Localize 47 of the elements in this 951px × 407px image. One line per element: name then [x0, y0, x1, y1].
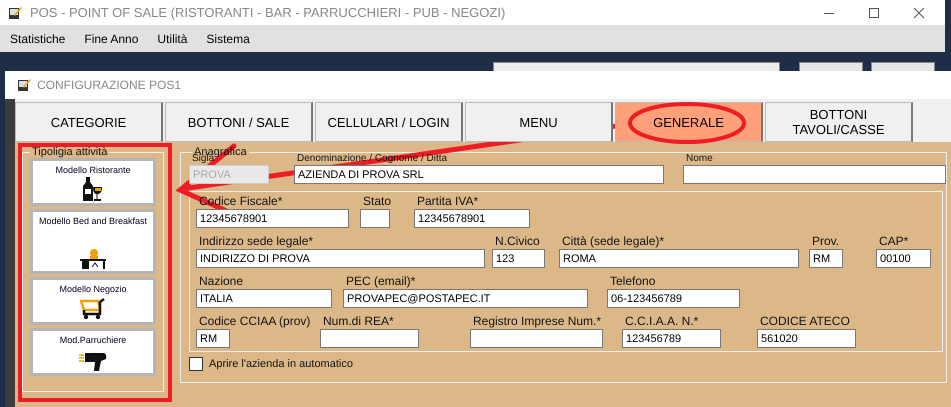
menu-item[interactable]: Statistiche — [10, 32, 66, 46]
field-label: Partita IVA* — [416, 194, 480, 209]
checkbox-label: Aprire l'azienda in automatico — [209, 358, 353, 370]
text-field[interactable]: INDIRIZZO DI PROVA — [196, 249, 485, 268]
text-field[interactable]: ITALIA — [196, 289, 332, 308]
field-label: CODICE ATECO — [759, 314, 851, 329]
field-label: Prov. — [811, 234, 840, 249]
activity-button[interactable]: Mod.Parruchiere — [30, 328, 156, 376]
text-field[interactable]: 561020 — [757, 329, 856, 348]
field-label: Nazione — [198, 274, 244, 289]
field-label: Indirizzo sede legale* — [198, 234, 314, 249]
tab[interactable]: BOTTONI TAVOLI/CASSE — [765, 102, 913, 142]
menu-item[interactable]: Sistema — [206, 32, 250, 46]
field-label: Nome — [685, 153, 714, 165]
dialog-title: CONFIGURAZIONE POS1 — [37, 78, 182, 92]
menu-item[interactable]: Fine Anno — [84, 32, 138, 46]
field-label: Num.di REA* — [322, 314, 395, 329]
field-label: C.C.I.A.A. N.* — [624, 314, 700, 329]
text-field[interactable]: 12345678901 — [196, 209, 349, 228]
tab[interactable]: BOTTONI / SALE — [165, 102, 313, 142]
activity-button[interactable]: Modello Ristorante — [30, 158, 156, 206]
text-field[interactable]: 00100 — [876, 249, 931, 268]
text-field[interactable]: 06-123456789 — [607, 289, 740, 308]
menu-item[interactable]: Utilità — [157, 32, 188, 46]
text-field[interactable]: RM — [196, 329, 230, 348]
text-field[interactable]: ROMA — [559, 249, 799, 268]
field-label: Codice CCIAA (prov) — [198, 314, 312, 329]
activity-button[interactable]: Modello Bed and Breakfast — [30, 209, 156, 274]
text-field[interactable]: 123 — [492, 249, 545, 268]
field-label: Registro Imprese Num.* — [472, 314, 602, 329]
text-field[interactable]: PROVAPEC@POSTAPEC.IT — [343, 289, 588, 308]
tab[interactable]: CATEGORIE — [15, 102, 163, 142]
field-label: CAP* — [878, 234, 910, 249]
field-label: Stato — [362, 194, 392, 209]
text-field[interactable]: 12345678901 — [414, 209, 530, 228]
tab[interactable]: MENU — [465, 102, 613, 142]
group-title: Tipoligia attività — [31, 146, 108, 158]
field-label: Città (sede legale)* — [561, 234, 666, 249]
text-field[interactable]: AZIENDA DI PROVA SRL — [294, 165, 664, 184]
window-title: POS - POINT OF SALE (RISTORANTI - BAR - PARRUCCHIERI - PUB - NEGOZI) — [30, 5, 506, 20]
field-label: N.Civico — [494, 234, 541, 249]
field-label: PEC (email)* — [345, 274, 416, 289]
text-field[interactable]: 123456789 — [622, 329, 721, 348]
field-label: Telefono — [609, 274, 656, 289]
activity-button[interactable]: Modello Negozio — [30, 277, 156, 325]
tab[interactable]: CELLULARI / LOGIN — [315, 102, 463, 142]
text-field[interactable]: RM — [809, 249, 843, 268]
